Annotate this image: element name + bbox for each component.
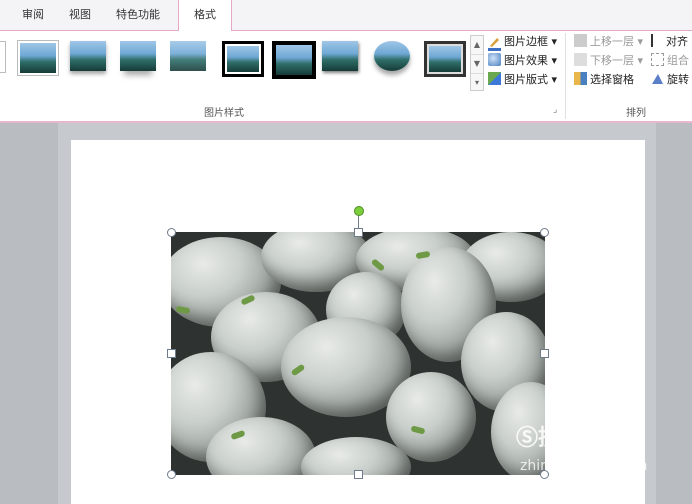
style-thumb[interactable] — [322, 41, 358, 71]
resize-handle[interactable] — [167, 349, 176, 358]
style-thumb[interactable] — [120, 41, 156, 71]
rotate-button[interactable]: 旋转 — [651, 71, 689, 89]
style-thumb[interactable] — [0, 41, 6, 73]
bring-forward-icon — [574, 34, 587, 47]
effects-icon — [488, 53, 501, 66]
tab-view[interactable]: 视图 — [58, 0, 102, 30]
group-icon — [651, 53, 664, 66]
picture-styles-group-label: 图片样式 — [204, 108, 244, 119]
resize-handle[interactable] — [167, 470, 176, 479]
bring-forward-button[interactable]: 上移一层 ▾ — [574, 33, 643, 51]
group-separator — [565, 33, 566, 119]
ribbon-panel: ▲ ▼ ▾ 图片边框 ▾ 图片效果 ▾ 图片版式 ▾ 上移一层 ▾ 下移一层 ▾… — [0, 31, 692, 123]
align-button[interactable]: 对齐 — [651, 33, 688, 51]
resize-handle[interactable] — [354, 228, 363, 237]
group-button[interactable]: 组合 — [651, 52, 689, 70]
arrange-group-label: 排列 — [626, 108, 646, 119]
resize-handle[interactable] — [540, 228, 549, 237]
scroll-up-icon[interactable]: ▲ — [471, 36, 483, 55]
pencil-icon — [488, 35, 501, 51]
send-backward-icon — [574, 53, 587, 66]
resize-handle[interactable] — [354, 470, 363, 479]
picture-style-gallery — [0, 31, 470, 89]
dialog-launcher-icon[interactable]: ⌟ — [553, 101, 557, 119]
tab-special-features[interactable]: 特色功能 — [106, 0, 170, 30]
tab-review[interactable]: 审阅 — [10, 0, 56, 30]
scroll-down-icon[interactable]: ▼ — [471, 55, 483, 74]
watermark-logo: Ⓢ搜狗指南 — [516, 426, 627, 451]
style-thumb[interactable] — [170, 41, 206, 71]
layout-icon — [488, 72, 501, 85]
resize-handle[interactable] — [167, 228, 176, 237]
style-thumb[interactable] — [424, 41, 466, 77]
style-thumb[interactable] — [374, 41, 410, 71]
resize-handle[interactable] — [540, 349, 549, 358]
selection-pane-button[interactable]: 选择窗格 — [574, 71, 634, 89]
send-backward-button[interactable]: 下移一层 ▾ — [574, 52, 643, 70]
style-thumb[interactable] — [222, 41, 264, 77]
ribbon-tab-bar: 审阅 视图 特色功能 格式 — [0, 0, 692, 31]
rotate-icon — [651, 72, 664, 85]
style-thumb[interactable] — [70, 41, 106, 71]
align-icon — [651, 34, 663, 47]
selected-picture[interactable] — [171, 232, 545, 475]
picture-border-button[interactable]: 图片边框 ▾ — [488, 33, 557, 51]
watermark-url: zhinan.sogou.com — [520, 458, 648, 474]
picture-effects-button[interactable]: 图片效果 ▾ — [488, 52, 557, 70]
tab-format[interactable]: 格式 — [178, 0, 232, 31]
rotate-handle[interactable] — [354, 206, 364, 216]
gallery-scroll[interactable]: ▲ ▼ ▾ — [470, 35, 484, 91]
style-thumb[interactable] — [272, 41, 316, 79]
picture-layout-button[interactable]: 图片版式 ▾ — [488, 71, 557, 89]
style-thumb[interactable] — [18, 41, 58, 75]
gallery-more-icon[interactable]: ▾ — [471, 74, 483, 92]
selection-pane-icon — [574, 72, 587, 85]
